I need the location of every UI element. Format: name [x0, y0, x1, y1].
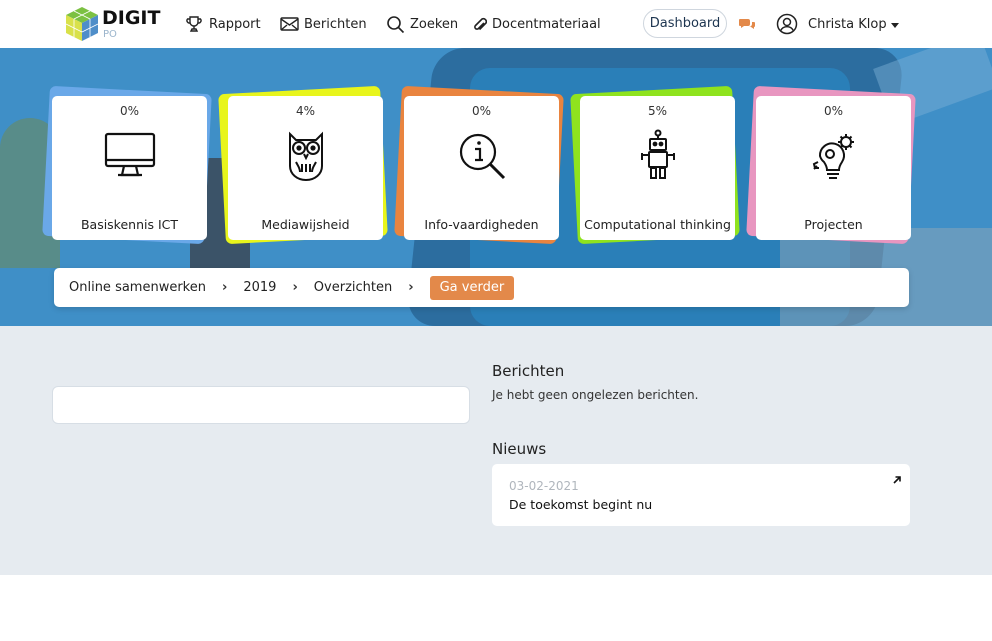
- brand-name: DIGIT: [102, 7, 161, 29]
- nav-docentmateriaal[interactable]: Docentmateriaal: [472, 13, 601, 35]
- news-heading: Nieuws: [492, 440, 547, 458]
- card-percent: 4%: [295, 104, 316, 118]
- nav-rapport[interactable]: Rapport: [184, 13, 261, 35]
- top-navbar: DIGIT PO Rapport Berichten Zoeken Docent…: [0, 0, 992, 48]
- search-icon: [385, 14, 405, 34]
- card-label: Mediawijsheid: [261, 217, 350, 232]
- gears-bulb-icon: [806, 128, 862, 184]
- messages-text: Je hebt geen ongelezen berichten.: [492, 388, 699, 402]
- continue-button[interactable]: Ga verder: [429, 275, 515, 300]
- card-label: Projecten: [804, 217, 863, 232]
- external-link-icon[interactable]: [892, 470, 902, 484]
- nav-rapport-label: Rapport: [209, 16, 261, 32]
- info-search-icon: [454, 128, 510, 184]
- nav-berichten[interactable]: Berichten: [279, 13, 367, 35]
- card-percent: 0%: [823, 104, 844, 118]
- user-circle-icon: [776, 13, 798, 35]
- dashboard-button[interactable]: Dashboard: [643, 9, 727, 38]
- module-card-basiskennis[interactable]: 0% Basiskennis ICT: [42, 85, 212, 245]
- chevron-right-icon: ›: [221, 280, 228, 295]
- module-card-mediawijsheid[interactable]: 4% Mediawijsheid: [218, 85, 388, 245]
- main-content: Berichten Je hebt geen ongelezen bericht…: [0, 326, 992, 575]
- card-percent: 5%: [647, 104, 668, 118]
- chat-icon[interactable]: [738, 15, 756, 33]
- chevron-right-icon: ›: [408, 280, 414, 295]
- chevron-right-icon: ›: [292, 280, 298, 295]
- envelope-icon: [279, 14, 299, 34]
- cube-logo-icon: [65, 7, 99, 41]
- trophy-icon: [184, 14, 204, 34]
- card-label: Computational thinking: [584, 217, 731, 232]
- nav-zoeken[interactable]: Zoeken: [385, 13, 458, 35]
- news-date: 03-02-2021: [509, 479, 579, 493]
- monitor-icon: [102, 128, 158, 184]
- news-item[interactable]: 03-02-2021 De toekomst begint nu: [492, 464, 910, 526]
- nav-zoeken-label: Zoeken: [410, 16, 459, 32]
- nav-docentmateriaal-label: Docentmateriaal: [492, 16, 601, 32]
- card-label: Basiskennis ICT: [80, 217, 179, 232]
- card-percent: 0%: [471, 104, 492, 118]
- brand-sub: PO: [103, 29, 117, 40]
- chevron-down-icon: [890, 22, 899, 28]
- news-title: De toekomst begint nu: [509, 497, 653, 512]
- user-name: Christa Klop: [808, 16, 887, 32]
- nav-berichten-label: Berichten: [304, 16, 367, 32]
- module-card-computational[interactable]: 5% Computational thinking: [570, 85, 740, 245]
- user-menu[interactable]: Christa Klop: [776, 12, 899, 36]
- robot-icon: [630, 128, 686, 184]
- module-card-info-vaardigheden[interactable]: 0% Info-vaardigheden: [394, 85, 564, 245]
- breadcrumb: Online samenwerken › 2019 › Overzichten …: [54, 268, 909, 307]
- owl-icon: [278, 128, 334, 184]
- card-label: Info-vaardigheden: [424, 217, 539, 232]
- breadcrumb-item[interactable]: 2019: [243, 280, 276, 295]
- messages-heading: Berichten: [492, 362, 565, 380]
- module-card-projecten[interactable]: 0% Projecten: [746, 85, 916, 245]
- card-percent: 0%: [119, 104, 140, 118]
- paperclip-icon: [472, 14, 488, 34]
- breadcrumb-item[interactable]: Overzichten: [314, 280, 392, 295]
- digit-logo[interactable]: DIGIT PO: [64, 5, 160, 43]
- empty-panel: [52, 386, 470, 424]
- breadcrumb-item[interactable]: Online samenwerken: [69, 280, 206, 295]
